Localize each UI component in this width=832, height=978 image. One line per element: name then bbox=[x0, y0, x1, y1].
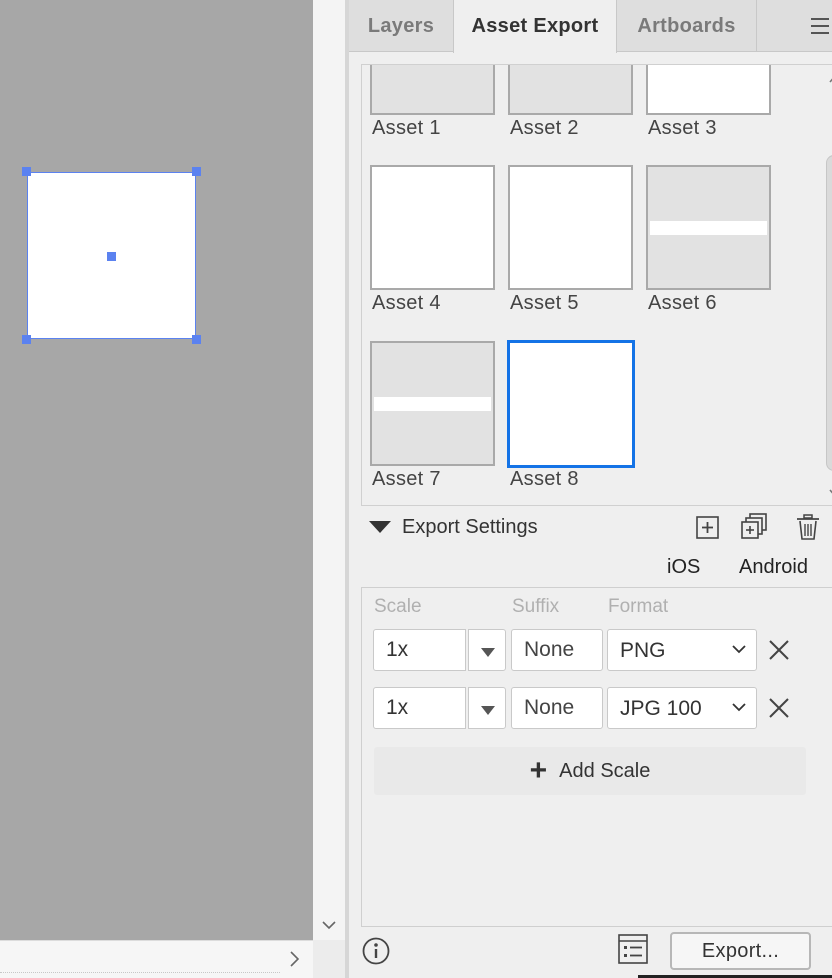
collapse-triangle-icon[interactable] bbox=[369, 520, 391, 534]
suffix-input[interactable]: None bbox=[511, 687, 603, 729]
resize-handle-bottom-left[interactable] bbox=[22, 335, 31, 344]
chevron-up-icon[interactable] bbox=[828, 71, 832, 83]
asset-grid[interactable]: Asset 1 Asset 2 Asset 3 Asset 4 Asset 5 … bbox=[361, 64, 832, 506]
plus-icon: + bbox=[529, 754, 548, 787]
asset-label: Asset 2 bbox=[510, 117, 579, 139]
asset-label: Asset 1 bbox=[372, 117, 441, 139]
canvas-vertical-scrollbar[interactable] bbox=[313, 0, 345, 940]
scrollbar-thumb[interactable] bbox=[826, 155, 832, 471]
export-button[interactable]: Export... bbox=[670, 932, 811, 970]
center-point bbox=[107, 252, 116, 261]
format-column-header: Format bbox=[608, 596, 669, 617]
ios-preset-link[interactable]: iOS bbox=[667, 556, 700, 579]
scale-input[interactable]: 1x bbox=[373, 687, 466, 729]
asset-label: Asset 8 bbox=[510, 468, 579, 490]
android-preset-link[interactable]: Android bbox=[739, 556, 808, 579]
panel-menu-icon[interactable] bbox=[811, 16, 832, 36]
chevron-down-icon bbox=[732, 645, 746, 654]
tab-artboards[interactable]: Artboards bbox=[617, 0, 757, 52]
export-settings-header: Export Settings bbox=[361, 508, 832, 548]
format-select[interactable]: PNG bbox=[607, 629, 757, 671]
asset-label: Asset 7 bbox=[372, 468, 441, 490]
panel-footer: Export... bbox=[349, 928, 832, 978]
asset-label: Asset 6 bbox=[648, 292, 717, 314]
scale-dropdown-icon[interactable] bbox=[468, 629, 506, 671]
asset-scrollbar[interactable] bbox=[824, 65, 832, 505]
asset-export-panel: Layers Asset Export Artboards Asset 1 As… bbox=[349, 0, 832, 978]
scale-dropdown-icon[interactable] bbox=[468, 687, 506, 729]
resize-handle-top-right[interactable] bbox=[192, 167, 201, 176]
add-asset-icon[interactable] bbox=[693, 512, 723, 542]
chevron-down-icon[interactable] bbox=[828, 487, 832, 499]
tab-layers[interactable]: Layers bbox=[349, 0, 453, 52]
duplicate-asset-icon[interactable] bbox=[739, 512, 769, 542]
resize-handle-top-left[interactable] bbox=[22, 167, 31, 176]
scale-column-header: Scale bbox=[374, 596, 422, 617]
selected-artboard[interactable] bbox=[22, 167, 201, 344]
resize-handle-bottom-right[interactable] bbox=[192, 335, 201, 344]
suffix-column-header: Suffix bbox=[512, 596, 560, 617]
asset-thumbnail[interactable] bbox=[646, 165, 771, 290]
trash-icon[interactable] bbox=[793, 512, 823, 542]
asset-thumbnail[interactable] bbox=[508, 165, 633, 290]
asset-thumbnail-selected[interactable] bbox=[507, 340, 635, 468]
export-scale-row: 1x None PNG bbox=[362, 629, 832, 671]
add-scale-label: Add Scale bbox=[559, 759, 651, 782]
asset-label: Asset 3 bbox=[648, 117, 717, 139]
remove-scale-icon[interactable] bbox=[766, 637, 792, 663]
scrollbar-corner bbox=[313, 940, 345, 978]
asset-label: Asset 5 bbox=[510, 292, 579, 314]
suffix-input[interactable]: None bbox=[511, 629, 603, 671]
add-scale-button[interactable]: + Add Scale bbox=[374, 747, 806, 795]
asset-thumbnail[interactable] bbox=[370, 341, 495, 466]
export-scale-row: 1x None JPG 100 bbox=[362, 687, 832, 729]
asset-thumbnail[interactable] bbox=[508, 65, 633, 115]
format-value: PNG bbox=[620, 639, 666, 662]
horizontal-scroll-track bbox=[0, 972, 280, 978]
scale-input[interactable]: 1x bbox=[373, 629, 466, 671]
export-settings-title[interactable]: Export Settings bbox=[402, 516, 538, 539]
export-settings-box: Scale Suffix Format 1x None PNG 1x None … bbox=[361, 587, 832, 927]
export-settings-icon[interactable] bbox=[617, 932, 649, 966]
format-value: JPG 100 bbox=[620, 697, 702, 720]
info-icon[interactable] bbox=[361, 936, 391, 966]
chevron-down-icon[interactable] bbox=[318, 914, 340, 936]
panel-tabs: Layers Asset Export Artboards bbox=[349, 0, 832, 53]
asset-label: Asset 4 bbox=[372, 292, 441, 314]
asset-thumbnail[interactable] bbox=[646, 65, 771, 115]
asset-thumbnail[interactable] bbox=[370, 165, 495, 290]
artboard-canvas[interactable] bbox=[0, 0, 313, 940]
asset-thumbnail[interactable] bbox=[370, 65, 495, 115]
tab-asset-export[interactable]: Asset Export bbox=[453, 0, 617, 53]
format-select[interactable]: JPG 100 bbox=[607, 687, 757, 729]
chevron-right-icon[interactable] bbox=[283, 946, 307, 972]
chevron-down-icon bbox=[732, 703, 746, 712]
remove-scale-icon[interactable] bbox=[766, 695, 792, 721]
